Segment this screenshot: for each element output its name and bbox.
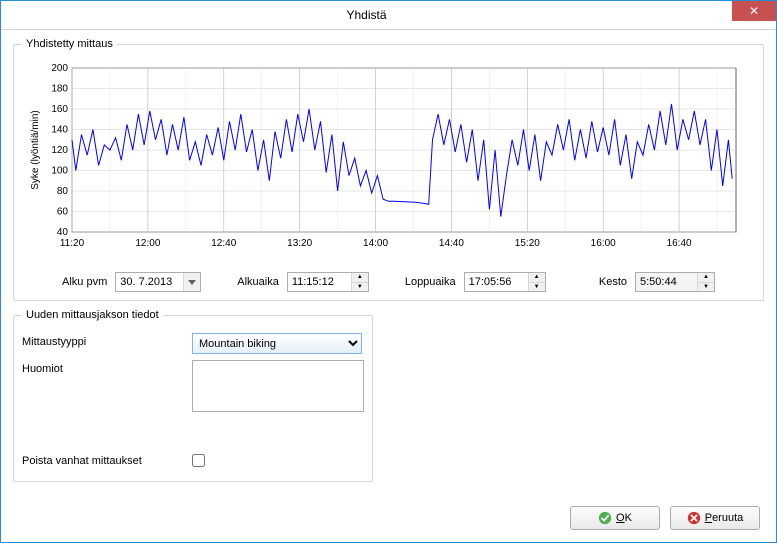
svg-text:14:40: 14:40	[439, 238, 464, 249]
svg-text:13:20: 13:20	[287, 238, 312, 249]
svg-text:120: 120	[51, 145, 68, 156]
ok-button[interactable]: OK	[570, 506, 660, 530]
spin-up-icon[interactable]: ▲	[698, 273, 714, 282]
svg-text:100: 100	[51, 166, 68, 177]
spin-up-icon[interactable]: ▲	[352, 273, 368, 282]
svg-text:11:20: 11:20	[60, 238, 85, 249]
dialog-window: Yhdistä ✕ Yhdistetty mittaus 40 60 80 100 12…	[0, 0, 777, 543]
details-group: Uuden mittausjakson tiedot Mittaustyyppi…	[13, 309, 373, 482]
delete-old-label: Poista vanhat mittaukset	[22, 455, 192, 467]
spin-down-icon[interactable]: ▼	[529, 282, 545, 292]
end-time-input[interactable]: 17:05:56 ▲ ▼	[464, 272, 546, 292]
svg-text:200: 200	[51, 63, 68, 74]
dialog-buttons: OK Peruuta	[570, 506, 760, 530]
svg-text:12:00: 12:00	[135, 238, 160, 249]
svg-text:40: 40	[57, 227, 69, 238]
end-time-label: Loppuaika	[405, 276, 456, 288]
spin-up-icon[interactable]: ▲	[529, 273, 545, 282]
start-date-label: Alku pvm	[62, 276, 107, 288]
type-label: Mittaustyyppi	[22, 333, 192, 348]
close-button[interactable]: ✕	[732, 1, 776, 21]
date-dropdown-button[interactable]	[183, 273, 200, 291]
delete-old-row: Poista vanhat mittaukset	[22, 454, 364, 467]
duration-label: Kesto	[599, 276, 627, 288]
close-icon: ✕	[749, 4, 759, 18]
cancel-icon	[687, 511, 701, 525]
chart-area: 40 60 80 100 120 140 160 180 200 11:20 12:00 12:40 1…	[22, 56, 755, 264]
cancel-button[interactable]: Peruuta	[670, 506, 760, 530]
end-time-spinner[interactable]: ▲ ▼	[528, 273, 545, 291]
svg-text:15:20: 15:20	[515, 238, 540, 249]
svg-text:160: 160	[51, 104, 68, 115]
dialog-content: Yhdistetty mittaus 40 60 80 100 120 140 160 180…	[1, 30, 776, 502]
start-time-label: Alkuaika	[237, 276, 279, 288]
svg-text:16:40: 16:40	[667, 238, 692, 249]
ok-icon	[598, 511, 612, 525]
chevron-down-icon	[188, 280, 196, 285]
notes-label: Huomiot	[22, 360, 192, 375]
start-date-input[interactable]: 30. 7.2013	[115, 272, 201, 292]
svg-text:16:00: 16:00	[591, 238, 616, 249]
cancel-label: Peruuta	[705, 512, 744, 524]
start-time-spinner[interactable]: ▲ ▼	[351, 273, 368, 291]
svg-text:60: 60	[57, 207, 69, 218]
svg-text:140: 140	[51, 125, 68, 136]
hr-chart: 40 60 80 100 120 140 160 180 200 11:20 12:00 12:40 1…	[26, 60, 746, 260]
start-date-value: 30. 7.2013	[116, 276, 183, 288]
duration-spinner[interactable]: ▲ ▼	[697, 273, 714, 291]
svg-text:80: 80	[57, 186, 69, 197]
start-time-value: 11:15:12	[288, 276, 351, 288]
type-select[interactable]: Mountain biking	[192, 333, 362, 354]
duration-value: 5:50:44	[636, 276, 697, 288]
start-time-input[interactable]: 11:15:12 ▲ ▼	[287, 272, 369, 292]
end-time-value: 17:05:56	[465, 276, 528, 288]
window-title: Yhdistä	[1, 8, 732, 22]
delete-old-checkbox[interactable]	[192, 454, 205, 467]
time-row: Alku pvm 30. 7.2013 Alkuaika 11:15:12 ▲ …	[22, 272, 755, 292]
svg-text:14:00: 14:00	[363, 238, 388, 249]
chart-group: Yhdistetty mittaus 40 60 80 100 120 140 160 180…	[13, 38, 764, 301]
svg-text:12:40: 12:40	[211, 238, 236, 249]
titlebar: Yhdistä ✕	[1, 1, 776, 30]
notes-input[interactable]	[192, 360, 364, 412]
spin-down-icon[interactable]: ▼	[352, 282, 368, 292]
ok-label: OK	[616, 512, 632, 524]
svg-text:Syke (lyöntiä/min): Syke (lyöntiä/min)	[30, 110, 41, 189]
chart-group-legend: Yhdistetty mittaus	[22, 38, 117, 50]
duration-display: 5:50:44 ▲ ▼	[635, 272, 715, 292]
spin-down-icon[interactable]: ▼	[698, 282, 714, 292]
details-legend: Uuden mittausjakson tiedot	[22, 309, 163, 321]
type-row: Mittaustyyppi Mountain biking	[22, 333, 364, 354]
notes-row: Huomiot	[22, 360, 364, 412]
svg-text:180: 180	[51, 84, 68, 95]
